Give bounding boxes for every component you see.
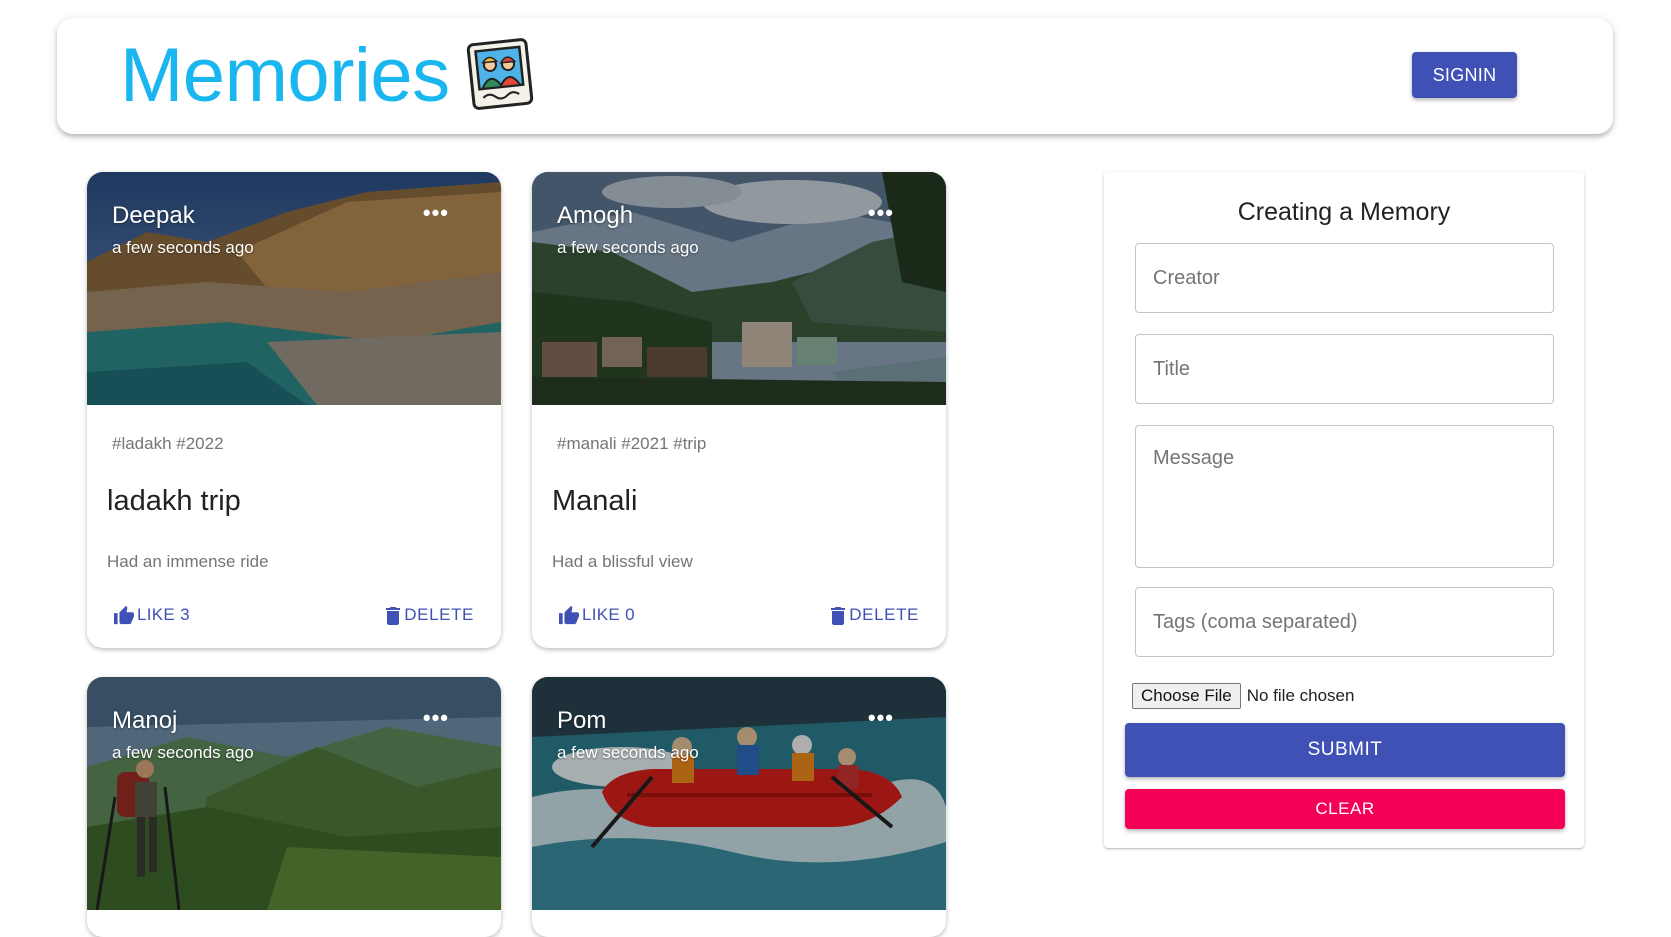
- post-timestamp: a few seconds ago: [112, 743, 254, 762]
- create-memory-form: Creating a Memory Creator Title Message …: [1104, 172, 1584, 848]
- creator-field[interactable]: Creator: [1135, 243, 1554, 313]
- post-timestamp: a few seconds ago: [112, 238, 254, 257]
- post-title: Manali: [552, 485, 638, 517]
- photo-memories-icon: [465, 36, 535, 112]
- post-tags: #manali #2021 #trip: [557, 434, 707, 453]
- brand-heading: Memories: [120, 33, 450, 118]
- post-timestamp: a few seconds ago: [557, 743, 699, 762]
- post-card: Deepak a few seconds ago ••• #ladakh #20…: [87, 172, 501, 648]
- app-bar: Memories SIGNIN: [57, 18, 1613, 134]
- post-creator: Manoj: [112, 707, 178, 734]
- hiker-hills-photo: Manoj a few seconds ago •••: [87, 677, 501, 910]
- message-field[interactable]: Message: [1135, 425, 1554, 568]
- submit-button[interactable]: SUBMIT: [1125, 723, 1565, 777]
- delete-label: DELETE: [849, 605, 919, 624]
- file-status: No file chosen: [1246, 686, 1355, 705]
- file-input: Choose File No file chosen: [1132, 683, 1354, 709]
- more-options-icon[interactable]: •••: [868, 200, 894, 226]
- thumb-up-icon: [559, 605, 579, 625]
- title-field[interactable]: Title: [1135, 334, 1554, 404]
- river-rafting-photo: Pom a few seconds ago •••: [532, 677, 946, 910]
- delete-button[interactable]: DELETE: [386, 605, 474, 625]
- trash-icon: [831, 606, 846, 625]
- river-mountain-photo: Deepak a few seconds ago •••: [87, 172, 501, 405]
- post-title: ladakh trip: [107, 485, 241, 517]
- post-card: Amogh a few seconds ago ••• #manali #202…: [532, 172, 946, 648]
- valley-town-photo: Amogh a few seconds ago •••: [532, 172, 946, 405]
- more-options-icon[interactable]: •••: [423, 705, 449, 731]
- choose-file-button[interactable]: Choose File: [1132, 683, 1241, 709]
- like-button[interactable]: LIKE 0: [558, 605, 635, 625]
- delete-label: DELETE: [404, 605, 474, 624]
- like-label: LIKE 0: [582, 605, 635, 624]
- like-button[interactable]: LIKE 3: [113, 605, 190, 625]
- clear-button[interactable]: CLEAR: [1125, 789, 1565, 829]
- post-creator: Amogh: [557, 202, 634, 229]
- like-label: LIKE 3: [137, 605, 190, 624]
- form-title: Creating a Memory: [1237, 198, 1451, 226]
- signin-button[interactable]: SIGNIN: [1412, 52, 1517, 98]
- post-message: Had an immense ride: [107, 552, 269, 571]
- tags-field[interactable]: Tags (coma separated): [1135, 587, 1554, 657]
- trash-icon: [386, 606, 401, 625]
- more-options-icon[interactable]: •••: [423, 200, 449, 226]
- post-timestamp: a few seconds ago: [557, 238, 699, 257]
- delete-button[interactable]: DELETE: [831, 605, 919, 625]
- post-card: Manoj a few seconds ago •••: [87, 677, 501, 937]
- post-creator: Pom: [557, 707, 607, 734]
- more-options-icon[interactable]: •••: [868, 705, 894, 731]
- post-card: Pom a few seconds ago •••: [532, 677, 946, 937]
- post-tags: #ladakh #2022: [112, 434, 224, 453]
- thumb-up-icon: [114, 605, 134, 625]
- post-creator: Deepak: [112, 202, 195, 229]
- post-message: Had a blissful view: [552, 552, 693, 571]
